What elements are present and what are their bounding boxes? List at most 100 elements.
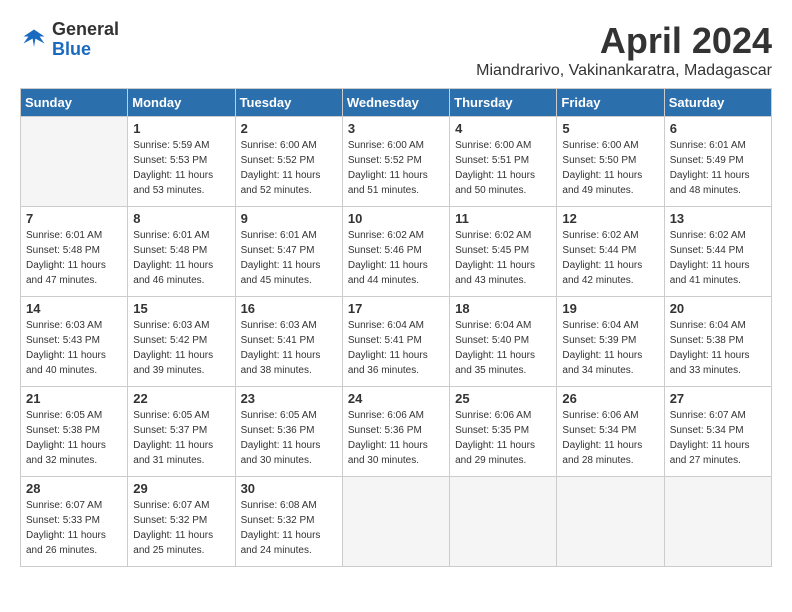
weekday-header-wednesday: Wednesday — [342, 89, 449, 117]
day-number: 10 — [348, 211, 444, 226]
calendar-cell: 7 Sunrise: 6:01 AM Sunset: 5:48 PM Daylig… — [21, 207, 128, 297]
calendar-cell — [342, 477, 449, 567]
calendar-cell: 1Sunrise: 5:59 AM Sunset: 5:53 PM Daylig… — [128, 117, 235, 207]
calendar-cell: 27 Sunrise: 6:07 AM Sunset: 5:34 PM Dayli… — [664, 387, 771, 477]
calendar-week-row: 28 Sunrise: 6:07 AM Sunset: 5:33 PM Dayli… — [21, 477, 772, 567]
calendar-cell: 19 Sunrise: 6:04 AM Sunset: 5:39 PM Dayli… — [557, 297, 664, 387]
day-detail: Sunrise: 6:06 AM Sunset: 5:35 PM Dayligh… — [455, 408, 551, 468]
day-number: 6 — [670, 121, 766, 136]
day-number: 2 — [241, 121, 337, 136]
calendar-cell: 6Sunrise: 6:01 AM Sunset: 5:49 PM Daylig… — [664, 117, 771, 207]
day-number: 9 — [241, 211, 337, 226]
day-number: 22 — [133, 391, 229, 406]
day-number: 17 — [348, 301, 444, 316]
day-detail: Sunrise: 6:04 AM Sunset: 5:41 PM Dayligh… — [348, 318, 444, 378]
day-number: 15 — [133, 301, 229, 316]
day-number: 30 — [241, 481, 337, 496]
day-detail: Sunrise: 6:02 AM Sunset: 5:46 PM Dayligh… — [348, 228, 444, 288]
weekday-header-tuesday: Tuesday — [235, 89, 342, 117]
calendar-cell: 23Sunrise: 6:05 AM Sunset: 5:36 PM Dayli… — [235, 387, 342, 477]
weekday-header-sunday: Sunday — [21, 89, 128, 117]
weekday-header-saturday: Saturday — [664, 89, 771, 117]
day-number: 18 — [455, 301, 551, 316]
calendar-header: SundayMondayTuesdayWednesdayThursdayFrid… — [21, 89, 772, 117]
day-detail: Sunrise: 6:07 AM Sunset: 5:34 PM Dayligh… — [670, 408, 766, 468]
calendar-cell: 15Sunrise: 6:03 AM Sunset: 5:42 PM Dayli… — [128, 297, 235, 387]
calendar-cell — [450, 477, 557, 567]
calendar-cell — [21, 117, 128, 207]
calendar-cell: 17 Sunrise: 6:04 AM Sunset: 5:41 PM Dayli… — [342, 297, 449, 387]
calendar-cell: 24Sunrise: 6:06 AM Sunset: 5:36 PM Dayli… — [342, 387, 449, 477]
calendar-week-row: 21Sunrise: 6:05 AM Sunset: 5:38 PM Dayli… — [21, 387, 772, 477]
day-number: 21 — [26, 391, 122, 406]
day-detail: Sunrise: 6:05 AM Sunset: 5:36 PM Dayligh… — [241, 408, 337, 468]
calendar-cell: 20 Sunrise: 6:04 AM Sunset: 5:38 PM Dayli… — [664, 297, 771, 387]
calendar-cell: 28 Sunrise: 6:07 AM Sunset: 5:33 PM Dayli… — [21, 477, 128, 567]
calendar-cell — [557, 477, 664, 567]
day-number: 28 — [26, 481, 122, 496]
location-title: Miandrarivo, Vakinankaratra, Madagascar — [476, 62, 772, 80]
day-detail: Sunrise: 6:00 AM Sunset: 5:50 PM Dayligh… — [562, 138, 658, 198]
calendar-week-row: 7 Sunrise: 6:01 AM Sunset: 5:48 PM Daylig… — [21, 207, 772, 297]
calendar-body: 1Sunrise: 5:59 AM Sunset: 5:53 PM Daylig… — [21, 117, 772, 567]
logo: General Blue — [20, 20, 119, 60]
day-detail: Sunrise: 6:04 AM Sunset: 5:38 PM Dayligh… — [670, 318, 766, 378]
day-detail: Sunrise: 6:04 AM Sunset: 5:39 PM Dayligh… — [562, 318, 658, 378]
title-block: April 2024 Miandrarivo, Vakinankaratra, … — [476, 20, 772, 80]
calendar-cell: 13 Sunrise: 6:02 AM Sunset: 5:44 PM Dayli… — [664, 207, 771, 297]
calendar-cell: 30Sunrise: 6:08 AM Sunset: 5:32 PM Dayli… — [235, 477, 342, 567]
calendar-cell: 14 Sunrise: 6:03 AM Sunset: 5:43 PM Dayli… — [21, 297, 128, 387]
day-number: 20 — [670, 301, 766, 316]
day-detail: Sunrise: 6:00 AM Sunset: 5:52 PM Dayligh… — [348, 138, 444, 198]
day-number: 4 — [455, 121, 551, 136]
day-detail: Sunrise: 6:05 AM Sunset: 5:37 PM Dayligh… — [133, 408, 229, 468]
day-number: 13 — [670, 211, 766, 226]
calendar-cell: 18Sunrise: 6:04 AM Sunset: 5:40 PM Dayli… — [450, 297, 557, 387]
logo-blue: Blue — [52, 40, 119, 60]
day-detail: Sunrise: 6:00 AM Sunset: 5:51 PM Dayligh… — [455, 138, 551, 198]
calendar-table: SundayMondayTuesdayWednesdayThursdayFrid… — [20, 88, 772, 567]
calendar-cell: 16 Sunrise: 6:03 AM Sunset: 5:41 PM Dayli… — [235, 297, 342, 387]
calendar-cell: 3Sunrise: 6:00 AM Sunset: 5:52 PM Daylig… — [342, 117, 449, 207]
day-number: 27 — [670, 391, 766, 406]
day-number: 1 — [133, 121, 229, 136]
weekday-header-row: SundayMondayTuesdayWednesdayThursdayFrid… — [21, 89, 772, 117]
month-title: April 2024 — [476, 20, 772, 62]
weekday-header-monday: Monday — [128, 89, 235, 117]
day-number: 24 — [348, 391, 444, 406]
calendar-cell: 12Sunrise: 6:02 AM Sunset: 5:44 PM Dayli… — [557, 207, 664, 297]
day-detail: Sunrise: 6:02 AM Sunset: 5:44 PM Dayligh… — [670, 228, 766, 288]
day-detail: Sunrise: 6:03 AM Sunset: 5:41 PM Dayligh… — [241, 318, 337, 378]
logo-general: General — [52, 20, 119, 40]
day-detail: Sunrise: 6:01 AM Sunset: 5:48 PM Dayligh… — [26, 228, 122, 288]
day-number: 26 — [562, 391, 658, 406]
day-detail: Sunrise: 6:01 AM Sunset: 5:48 PM Dayligh… — [133, 228, 229, 288]
day-number: 12 — [562, 211, 658, 226]
calendar-cell: 8Sunrise: 6:01 AM Sunset: 5:48 PM Daylig… — [128, 207, 235, 297]
page-header: General Blue April 2024 Miandrarivo, Vak… — [20, 20, 772, 80]
calendar-cell — [664, 477, 771, 567]
day-number: 14 — [26, 301, 122, 316]
day-detail: Sunrise: 6:07 AM Sunset: 5:32 PM Dayligh… — [133, 498, 229, 558]
day-number: 19 — [562, 301, 658, 316]
calendar-cell: 29Sunrise: 6:07 AM Sunset: 5:32 PM Dayli… — [128, 477, 235, 567]
calendar-cell: 21Sunrise: 6:05 AM Sunset: 5:38 PM Dayli… — [21, 387, 128, 477]
calendar-cell: 4 Sunrise: 6:00 AM Sunset: 5:51 PM Daylig… — [450, 117, 557, 207]
calendar-cell: 22 Sunrise: 6:05 AM Sunset: 5:37 PM Dayli… — [128, 387, 235, 477]
day-detail: Sunrise: 6:07 AM Sunset: 5:33 PM Dayligh… — [26, 498, 122, 558]
day-detail: Sunrise: 6:01 AM Sunset: 5:47 PM Dayligh… — [241, 228, 337, 288]
calendar-cell: 9 Sunrise: 6:01 AM Sunset: 5:47 PM Daylig… — [235, 207, 342, 297]
day-number: 7 — [26, 211, 122, 226]
logo-bird-icon — [20, 26, 48, 54]
day-detail: Sunrise: 6:03 AM Sunset: 5:43 PM Dayligh… — [26, 318, 122, 378]
calendar-cell: 10 Sunrise: 6:02 AM Sunset: 5:46 PM Dayli… — [342, 207, 449, 297]
day-number: 16 — [241, 301, 337, 316]
calendar-cell: 25 Sunrise: 6:06 AM Sunset: 5:35 PM Dayli… — [450, 387, 557, 477]
day-number: 25 — [455, 391, 551, 406]
weekday-header-friday: Friday — [557, 89, 664, 117]
calendar-week-row: 14 Sunrise: 6:03 AM Sunset: 5:43 PM Dayli… — [21, 297, 772, 387]
weekday-header-thursday: Thursday — [450, 89, 557, 117]
day-detail: Sunrise: 6:00 AM Sunset: 5:52 PM Dayligh… — [241, 138, 337, 198]
calendar-cell: 5Sunrise: 6:00 AM Sunset: 5:50 PM Daylig… — [557, 117, 664, 207]
calendar-cell: 2 Sunrise: 6:00 AM Sunset: 5:52 PM Daylig… — [235, 117, 342, 207]
